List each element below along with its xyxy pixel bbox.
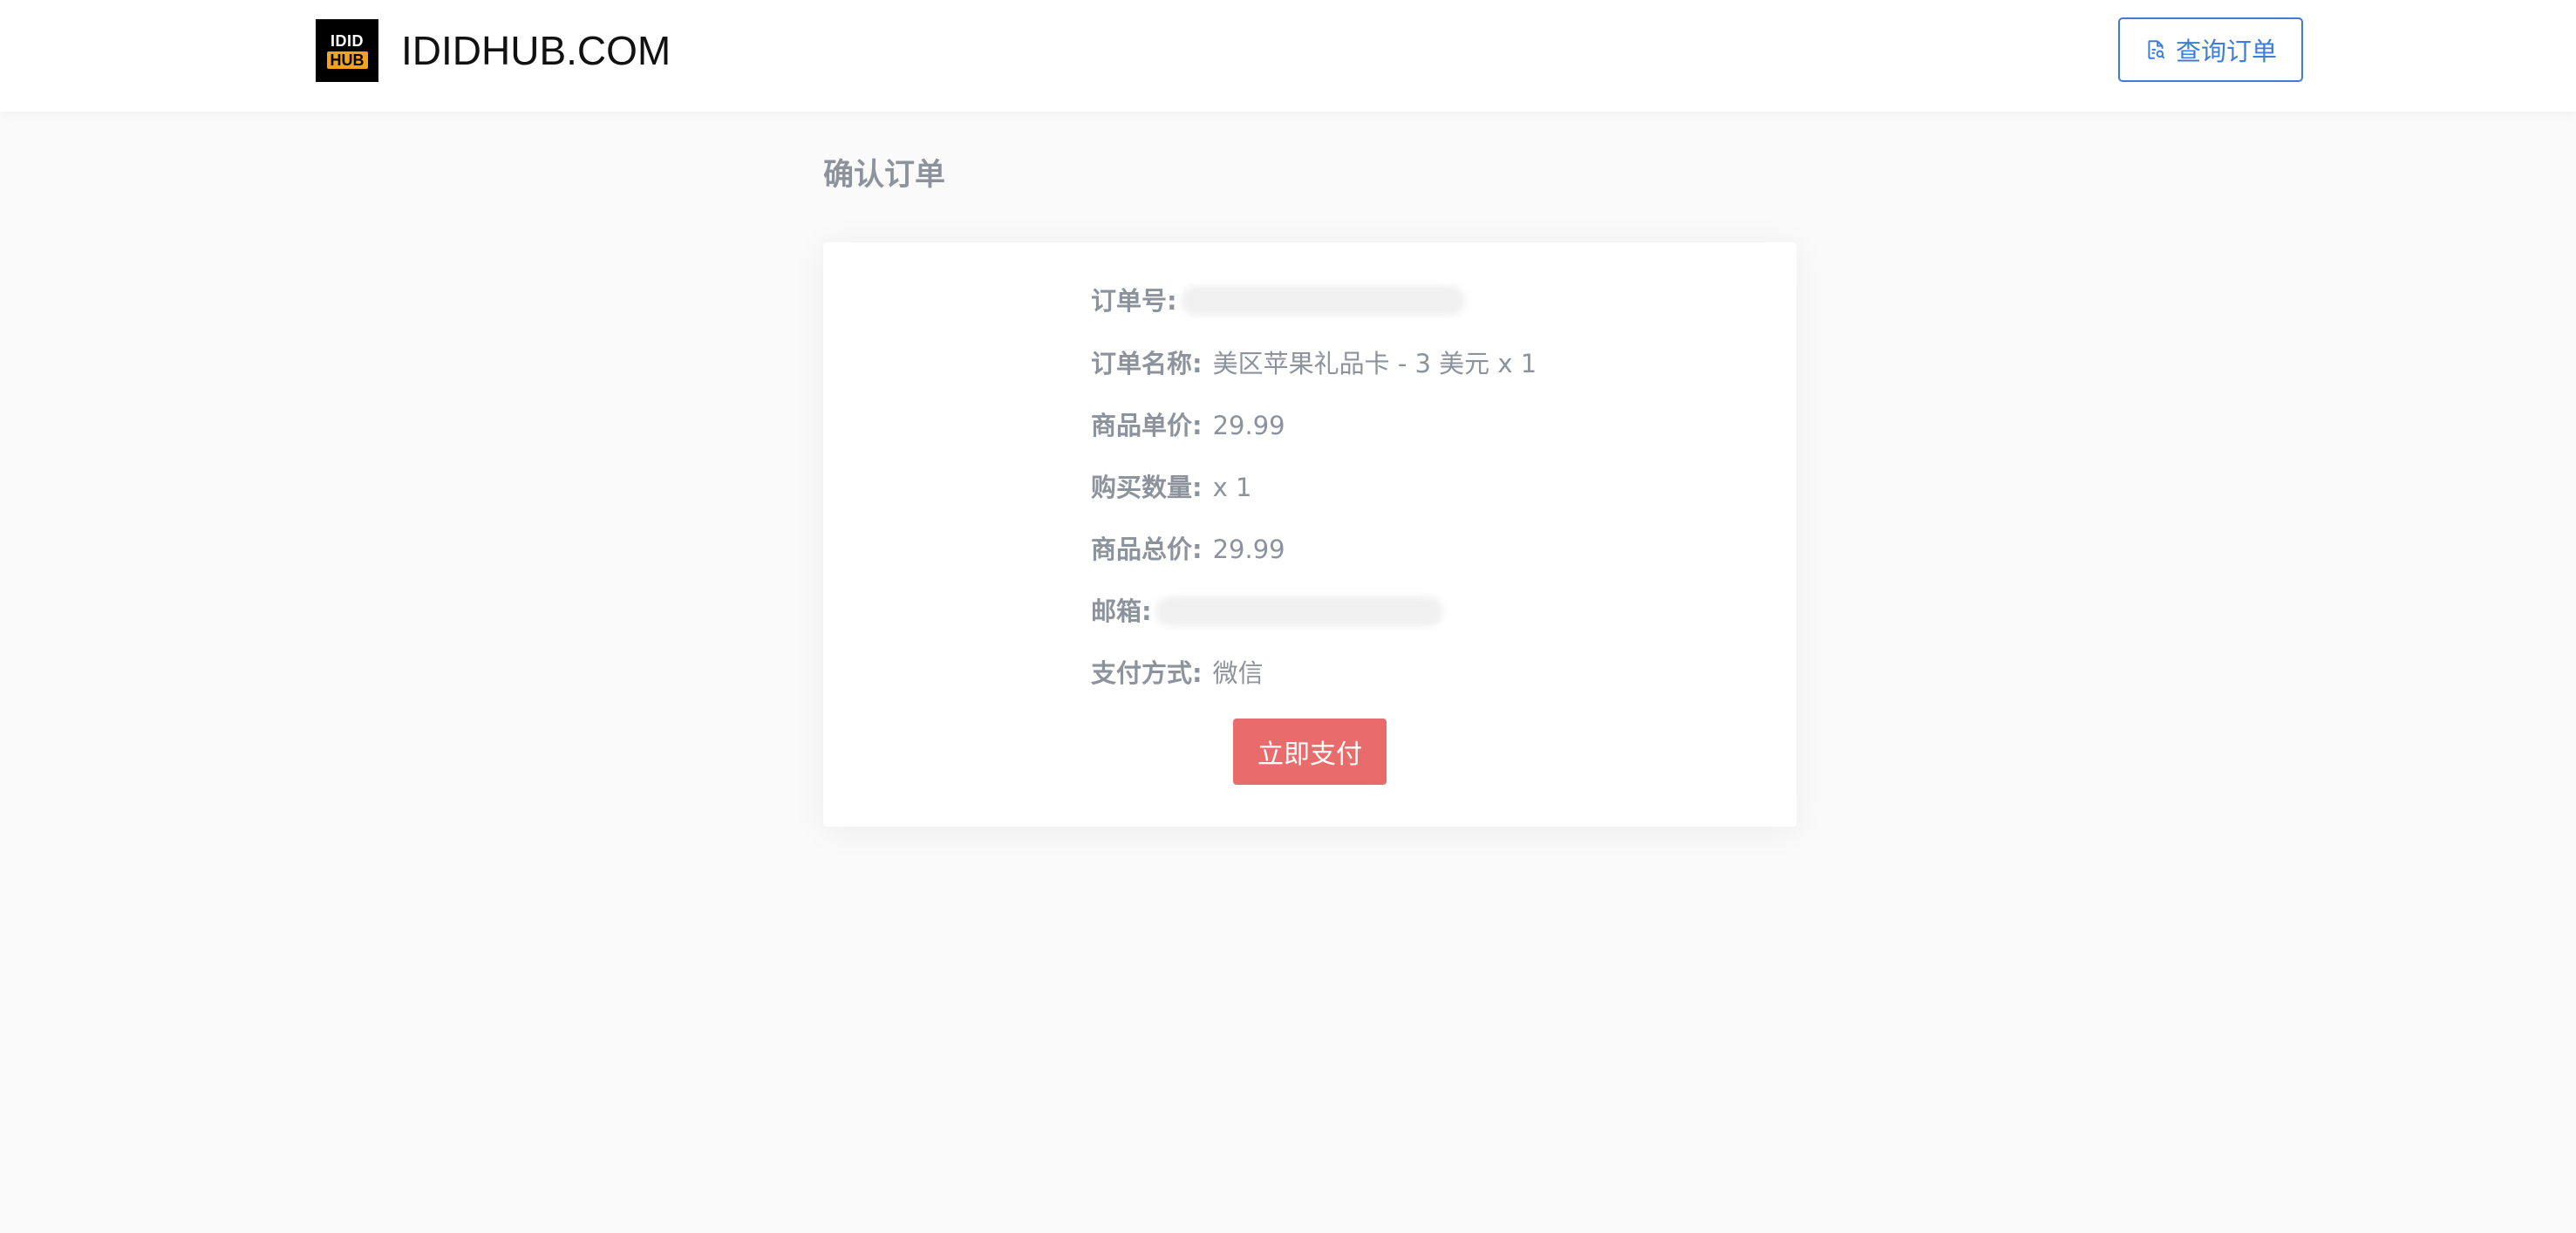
order-number-row: 订单号: [1091, 279, 1465, 323]
payment-method-label: 支付方式: [1091, 658, 1203, 688]
unit-price-label: 商品单价: [1091, 411, 1203, 440]
quantity-label: 购买数量: [1091, 473, 1203, 502]
payment-method-row: 支付方式: 微信 [1091, 651, 1264, 695]
query-order-label: 查询订单 [2175, 37, 2277, 66]
unit-price-value: 29.99 [1212, 411, 1285, 440]
payment-method-value: 微信 [1212, 658, 1264, 688]
pay-now-button[interactable]: 立即支付 [1233, 719, 1387, 785]
quantity-value: x 1 [1212, 473, 1252, 502]
order-name-value: 美区苹果礼品卡 - 3 美元 x 1 [1212, 349, 1537, 378]
total-price-value: 29.99 [1212, 535, 1285, 564]
order-number-redacted [1180, 286, 1465, 316]
unit-price-row: 商品单价: 29.99 [1091, 404, 1285, 447]
brand-name[interactable]: IDIDHUB.COM [401, 21, 671, 80]
total-price-label: 商品总价: [1091, 535, 1203, 564]
order-name-row: 订单名称: 美区苹果礼品卡 - 3 美元 x 1 [1091, 342, 1537, 385]
document-search-icon [2144, 38, 2167, 61]
logo-text-bottom: HUB [326, 51, 368, 69]
order-number-label: 订单号: [1091, 286, 1177, 316]
logo-text-top: IDID [331, 32, 364, 50]
order-summary-card: 订单号: 订单名称: 美区苹果礼品卡 - 3 美元 x 1 商品单价: 29.9… [823, 242, 1796, 827]
site-logo[interactable]: IDID HUB [316, 19, 378, 82]
email-row: 邮箱: [1091, 589, 1443, 633]
order-name-label: 订单名称: [1091, 349, 1203, 378]
page-title: 确认订单 [823, 158, 946, 193]
quantity-row: 购买数量: x 1 [1091, 466, 1251, 509]
top-header: IDID HUB IDIDHUB.COM 查询订单 [0, 0, 2576, 112]
query-order-button[interactable]: 查询订单 [2118, 17, 2303, 82]
email-redacted [1155, 596, 1443, 626]
email-label: 邮箱: [1091, 596, 1152, 626]
total-price-row: 商品总价: 29.99 [1091, 528, 1285, 571]
